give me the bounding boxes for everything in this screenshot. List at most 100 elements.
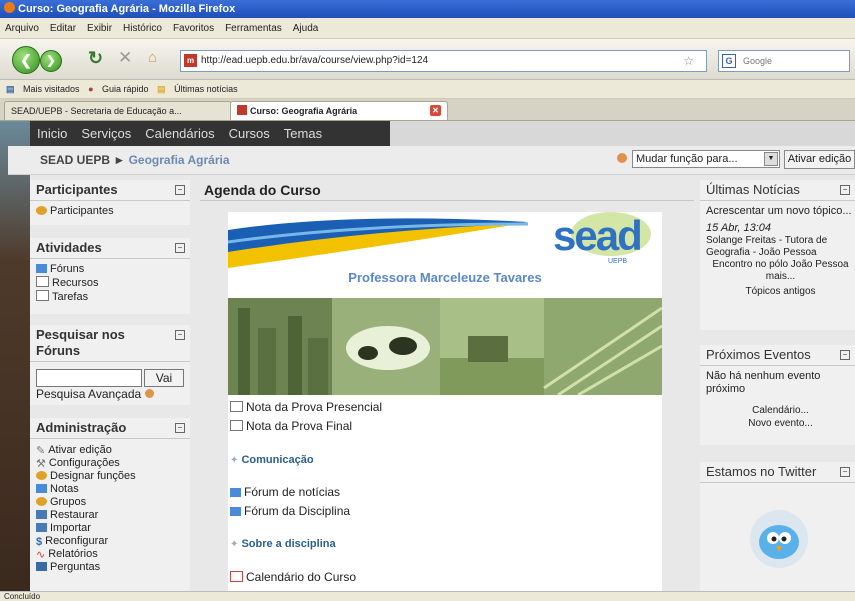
collapse-icon[interactable]: − — [840, 350, 850, 360]
tab-geografia[interactable]: Curso: Geografia Agrária ✕ — [230, 101, 448, 120]
tab-strip: SEAD/UEPB - Secretaria de Educação a... … — [0, 99, 855, 121]
block-title: Pesquisar nos Fóruns — [36, 327, 125, 358]
url-text: http://ead.uepb.edu.br/ava/course/view.p… — [201, 55, 429, 66]
address-bar[interactable]: m http://ead.uepb.edu.br/ava/course/view… — [180, 50, 707, 72]
admin-perguntas[interactable]: Perguntas — [30, 561, 190, 574]
no-events-text: Não há nenhum evento próximo — [706, 370, 821, 395]
tab-sead[interactable]: SEAD/UEPB - Secretaria de Educação a... — [4, 101, 232, 120]
groups-icon — [36, 497, 47, 506]
users-icon — [36, 206, 47, 215]
nav-cursos[interactable]: Cursos — [229, 126, 270, 141]
block-title: Próximos Eventos — [706, 347, 811, 362]
document-icon — [230, 401, 243, 412]
add-topic-link[interactable]: Acrescentar um novo tópico... — [700, 205, 855, 218]
home-icon[interactable]: ⌂ — [148, 49, 157, 66]
document-icon — [230, 420, 243, 431]
link-forum-noticias[interactable]: Fórum de notícias — [230, 485, 340, 499]
link-calendario-curso[interactable]: Calendário do Curso — [230, 570, 356, 584]
reload-icon[interactable]: ↻ — [88, 48, 103, 69]
new-event-link[interactable]: Novo evento... — [700, 417, 855, 430]
roles-icon — [36, 471, 47, 480]
advanced-search-link[interactable]: Pesquisa Avançada — [36, 387, 154, 401]
collapse-icon[interactable]: − — [175, 330, 185, 340]
menu-favoritos[interactable]: Favoritos — [173, 23, 214, 34]
site-favicon — [237, 105, 247, 115]
menu-ferramentas[interactable]: Ferramentas — [225, 23, 282, 34]
block-participantes: Participantes − Participantes — [30, 180, 190, 225]
firefox-icon — [4, 2, 15, 13]
admin-configuracoes[interactable]: ⚒ Configurações — [30, 457, 190, 470]
nav-inicio[interactable]: Inicio — [37, 126, 67, 141]
menu-exibir[interactable]: Exibir — [87, 23, 112, 34]
menu-bar: Arquivo Editar Exibir Histórico Favoritos Fer… — [0, 18, 855, 39]
stop-icon[interactable]: ✕ — [118, 48, 132, 68]
admin-restaurar[interactable]: Restaurar — [30, 509, 190, 522]
admin-relatorios[interactable]: ∿ Relatórios — [30, 548, 190, 561]
nav-servicos[interactable]: Serviços — [81, 126, 131, 141]
bookmark-guia-rapido[interactable]: ● Guia rápido — [88, 84, 148, 94]
collapse-icon[interactable]: − — [840, 185, 850, 195]
collapse-icon[interactable]: − — [175, 243, 185, 253]
bookmark-ultimas-noticias[interactable]: ▤ Últimas notícias — [157, 84, 238, 94]
block-administracao: Administração − ✎ Ativar edição ⚒ Configura… — [30, 418, 190, 591]
admin-designar-funcoes[interactable]: Designar funções — [30, 470, 190, 483]
admin-ativar-edicao[interactable]: ✎ Ativar edição — [30, 444, 190, 457]
link-forum-disciplina[interactable]: Fórum da Disciplina — [230, 504, 350, 518]
block-twitter: Estamos no Twitter − — [700, 462, 855, 591]
import-icon — [36, 523, 47, 532]
link-nota-final[interactable]: Nota da Prova Final — [230, 419, 352, 433]
menu-arquivo[interactable]: Arquivo — [5, 23, 39, 34]
pdf-icon — [230, 571, 243, 582]
forum-search-input[interactable] — [36, 369, 142, 387]
bookmark-mais-visitados[interactable]: ▤ Mais visitados — [6, 84, 80, 94]
news-author: Solange Freitas - Tutora de Geografia - … — [706, 235, 828, 258]
link-nota-presencial[interactable]: Nota da Prova Presencial — [230, 400, 382, 414]
link-recursos[interactable]: Recursos — [30, 276, 190, 290]
link-foruns[interactable]: Fóruns — [30, 263, 190, 276]
section-sobre: ✦ Sobre a disciplina — [230, 538, 336, 550]
star-icon[interactable]: ☆ — [683, 51, 694, 71]
nav-temas[interactable]: Temas — [284, 126, 322, 141]
wrench-icon: ⚒ — [36, 458, 46, 470]
menu-historico[interactable]: Histórico — [123, 23, 162, 34]
breadcrumb-home[interactable]: SEAD UEPB — [40, 153, 110, 167]
older-topics-link[interactable]: Tópicos antigos — [700, 285, 855, 298]
bookmarks-bar: ▤ Mais visitados ● Guia rápido ▤ Últimas… — [0, 80, 855, 99]
chevron-down-icon: ▼ — [764, 152, 778, 166]
forum-search-go-button[interactable]: Vai — [144, 369, 184, 387]
link-participantes[interactable]: Participantes — [30, 205, 190, 218]
questions-icon — [36, 562, 47, 571]
calendar-link[interactable]: Calendário... — [700, 404, 855, 417]
topnav-fill — [390, 121, 855, 146]
collapse-icon[interactable]: − — [840, 467, 850, 477]
forum-icon — [36, 264, 47, 273]
search-input[interactable]: G Google — [718, 50, 850, 72]
edit-mode-button[interactable]: Ativar edição — [784, 150, 855, 169]
course-content: sead UEPB Professora Marceleuze Tavares … — [228, 212, 662, 591]
twitter-bird-icon[interactable] — [748, 508, 810, 570]
breadcrumb-separator: ► — [113, 153, 126, 167]
block-proximos-eventos: Próximos Eventos − Não há nenhum evento p… — [700, 345, 855, 445]
tab-close-icon[interactable]: ✕ — [430, 105, 441, 116]
nav-calendarios[interactable]: Calendários — [145, 126, 214, 141]
block-pesquisar: Pesquisar nos Fóruns − Vai Pesquisa Avanç… — [30, 325, 190, 405]
menu-ajuda[interactable]: Ajuda — [293, 23, 319, 34]
sead-logo: sead — [553, 212, 643, 259]
collapse-icon[interactable]: − — [175, 185, 185, 195]
news-text-link[interactable]: Encontro no pólo João Pessoa mais... — [700, 259, 855, 283]
admin-reconfigurar[interactable]: $ Reconfigurar — [30, 535, 190, 548]
admin-grupos[interactable]: Grupos — [30, 496, 190, 509]
forward-button[interactable]: ❯ — [40, 50, 62, 72]
block-title: Últimas Notícias — [706, 182, 800, 197]
admin-importar[interactable]: Importar — [30, 522, 190, 535]
site-topnav: Inicio Serviços Calendários Cursos Temas — [30, 121, 390, 146]
menu-editar[interactable]: Editar — [50, 23, 76, 34]
forum-icon — [230, 488, 241, 497]
back-button[interactable]: ❮ — [12, 46, 40, 74]
role-select[interactable]: Mudar função para... ▼ — [632, 150, 780, 168]
block-title: Atividades — [36, 240, 102, 255]
admin-notas[interactable]: Notas — [30, 483, 190, 496]
link-tarefas[interactable]: Tarefas — [30, 290, 190, 304]
resource-icon — [36, 276, 49, 287]
collapse-icon[interactable]: − — [175, 423, 185, 433]
